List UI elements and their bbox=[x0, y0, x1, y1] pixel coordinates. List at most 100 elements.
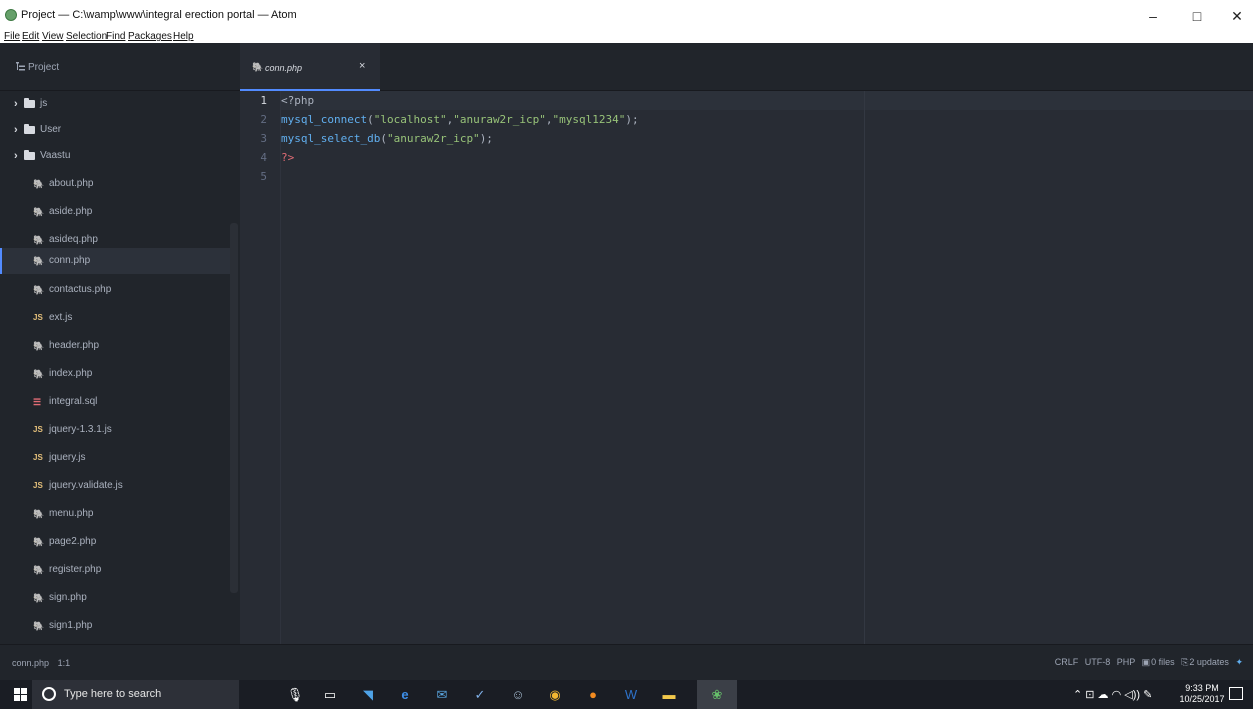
file-item-menu-php[interactable]: 🐘 menu.php bbox=[0, 501, 230, 527]
file-label: jquery.js bbox=[49, 452, 86, 463]
minimize-button[interactable]: – bbox=[1138, 6, 1168, 26]
tree-scrollbar[interactable] bbox=[230, 223, 238, 593]
paint-icon[interactable]: ✓ bbox=[470, 685, 490, 705]
string-literal: "anuraw2r_icp" bbox=[386, 132, 480, 145]
word-icon[interactable]: W bbox=[621, 685, 641, 705]
tree-view: Project › js › User › Vaastu 🐘 about.php… bbox=[0, 43, 240, 644]
punctuation: ); bbox=[625, 113, 639, 126]
php-elephant-icon: 🐘 bbox=[252, 62, 264, 72]
file-item-page2-php[interactable]: 🐘 page2.php bbox=[0, 529, 230, 555]
code-line-1: <?php bbox=[281, 91, 314, 110]
file-item-register-php[interactable]: 🐘 register.php bbox=[0, 557, 230, 583]
php-elephant-icon: 🐘 bbox=[33, 565, 45, 575]
menu-view[interactable]: View bbox=[42, 31, 64, 43]
task-view-icon[interactable]: ▭ bbox=[320, 685, 340, 705]
clock-time: 9:33 PM bbox=[1185, 683, 1219, 693]
file-item-ext-js[interactable]: JS ext.js bbox=[0, 305, 230, 331]
file-label: header.php bbox=[49, 340, 100, 351]
menu-file[interactable]: File bbox=[4, 31, 20, 43]
maximize-button[interactable]: □ bbox=[1182, 6, 1212, 26]
punctuation: ( bbox=[380, 132, 387, 145]
app-icon[interactable]: ☺ bbox=[508, 685, 528, 705]
clock-date: 10/25/2017 bbox=[1179, 694, 1225, 704]
folder-item-vaastu[interactable]: › Vaastu bbox=[0, 143, 230, 169]
folder-item-js[interactable]: › js bbox=[0, 91, 230, 117]
folder-label: Vaastu bbox=[40, 150, 71, 161]
code-editor[interactable]: 1 2 3 4 5 <?php mysql_connect("localhost… bbox=[240, 91, 1253, 644]
file-item-conn-php[interactable]: 🐘 conn.php bbox=[0, 248, 230, 274]
php-elephant-icon: 🐘 bbox=[33, 235, 45, 245]
file-item-header-php[interactable]: 🐘 header.php bbox=[0, 333, 230, 359]
file-item-jquery-1-3-1-js[interactable]: JS jquery-1.3.1.js bbox=[0, 417, 230, 443]
tab-conn-php[interactable]: 🐘 conn.php × bbox=[240, 43, 380, 91]
file-label: aside.php bbox=[49, 206, 93, 217]
file-item-about-php[interactable]: 🐘 about.php bbox=[0, 171, 230, 197]
php-elephant-icon: 🐘 bbox=[33, 285, 45, 295]
tree-view-header[interactable]: Project bbox=[0, 43, 240, 91]
close-tab-icon[interactable]: × bbox=[359, 60, 365, 72]
line-number-gutter: 1 2 3 4 5 bbox=[240, 91, 281, 644]
string-literal: "anuraw2r_icp" bbox=[453, 113, 546, 126]
file-label: sign.php bbox=[49, 592, 87, 603]
database-icon: ☰ bbox=[33, 397, 42, 407]
squirrel-icon[interactable]: ✦ bbox=[1235, 657, 1243, 667]
php-elephant-icon: 🐘 bbox=[33, 341, 45, 351]
status-file-name[interactable]: conn.php bbox=[12, 658, 49, 668]
atom-taskbar-icon[interactable]: ❀ bbox=[707, 685, 727, 705]
php-open-tag: <?php bbox=[281, 94, 315, 107]
folder-label: js bbox=[40, 98, 48, 109]
status-updates[interactable]: 2 updates bbox=[1189, 657, 1229, 667]
edge-browser-icon[interactable]: e bbox=[395, 685, 415, 705]
file-item-jquery-js[interactable]: JS jquery.js bbox=[0, 445, 230, 471]
file-item-integral-sql[interactable]: ☰ integral.sql bbox=[0, 389, 230, 415]
clock[interactable]: 9:33 PM 10/25/2017 bbox=[1176, 683, 1228, 705]
file-item-contactus-php[interactable]: 🐘 contactus.php bbox=[0, 277, 230, 303]
chrome-icon[interactable]: ◉ bbox=[545, 685, 565, 705]
microphone-icon[interactable]: 🎙 bbox=[285, 685, 305, 705]
visual-studio-code-icon[interactable]: ◥ bbox=[358, 685, 378, 705]
status-grammar[interactable]: PHP bbox=[1117, 657, 1135, 667]
folder-item-user[interactable]: › User bbox=[0, 117, 230, 143]
taskbar-search-box[interactable]: Type here to search bbox=[32, 680, 239, 709]
mail-icon[interactable]: ✉ bbox=[432, 685, 452, 705]
folder-label: User bbox=[40, 124, 62, 135]
status-cursor-position[interactable]: 1:1 bbox=[58, 658, 71, 668]
file-item-aside-php[interactable]: 🐘 aside.php bbox=[0, 199, 230, 225]
punctuation: , bbox=[545, 113, 553, 126]
menu-find[interactable]: Find bbox=[106, 31, 125, 43]
atom-app-icon bbox=[5, 9, 17, 21]
status-bar: conn.php 1:1 CRLF UTF-8 PHP ▣0 files ⎘2 … bbox=[0, 644, 1253, 680]
php-elephant-icon: 🐘 bbox=[33, 621, 45, 631]
notification-center-icon[interactable] bbox=[1229, 687, 1243, 700]
file-label: asideq.php bbox=[49, 234, 98, 245]
file-item-index-php[interactable]: 🐘 index.php bbox=[0, 361, 230, 387]
menu-packages[interactable]: Packages bbox=[128, 31, 172, 43]
close-window-button[interactable]: ✕ bbox=[1222, 6, 1252, 26]
file-item-jquery-validate-js[interactable]: JS jquery.validate.js bbox=[0, 473, 230, 499]
updates-icon: ⎘ bbox=[1181, 657, 1189, 667]
file-item-sign-php[interactable]: 🐘 sign.php bbox=[0, 585, 230, 611]
menu-help[interactable]: Help bbox=[173, 31, 194, 43]
menu-selection[interactable]: Selection bbox=[66, 31, 107, 43]
status-encoding[interactable]: UTF-8 bbox=[1085, 657, 1111, 667]
tree-view-title: Project bbox=[28, 62, 60, 73]
file-label: register.php bbox=[49, 564, 102, 575]
php-elephant-icon: 🐘 bbox=[33, 179, 45, 189]
status-line-ending[interactable]: CRLF bbox=[1055, 657, 1079, 667]
window-title: Project — C:\wamp\www\integral erection … bbox=[21, 9, 297, 21]
tree-icon bbox=[16, 62, 25, 71]
tray-icons[interactable]: ⌃ ⊡ ☁ ◠ ◁)) ✎ bbox=[1073, 688, 1152, 701]
file-item-sign1-php[interactable]: 🐘 sign1.php bbox=[0, 613, 230, 639]
title-bar: Project — C:\wamp\www\integral erection … bbox=[0, 0, 1253, 31]
tab-bar: 🐘 conn.php × bbox=[240, 43, 1253, 91]
firefox-icon[interactable]: ● bbox=[583, 685, 603, 705]
folder-icon bbox=[24, 124, 35, 134]
menu-edit[interactable]: Edit bbox=[22, 31, 39, 43]
function-name: mysql_connect bbox=[281, 113, 368, 126]
line-number: 1 bbox=[260, 94, 267, 107]
windows-start-icon[interactable] bbox=[14, 688, 28, 702]
line-number: 4 bbox=[260, 151, 267, 164]
file-label: sign1.php bbox=[49, 620, 93, 631]
file-explorer-icon[interactable]: ▬ bbox=[659, 685, 679, 705]
status-git-files[interactable]: 0 files bbox=[1151, 657, 1175, 667]
